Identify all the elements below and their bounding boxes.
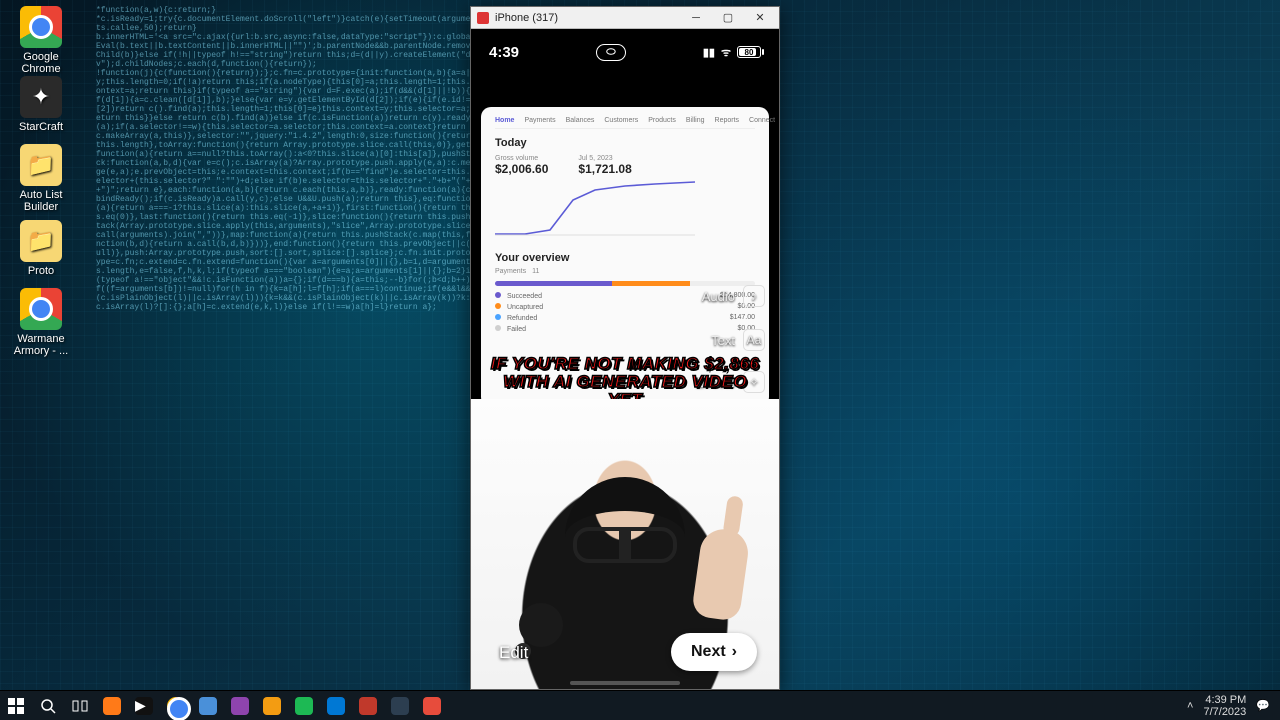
taskbar-app-3[interactable] (192, 691, 224, 720)
taskbar-mail[interactable] (320, 691, 352, 720)
windows-taskbar: ▶ ˄ 4:39 PM 7/7/2023 💬 (0, 690, 1280, 720)
taskbar-clock[interactable]: 4:39 PM 7/7/2023 (1203, 694, 1246, 718)
chevron-right-icon: › (732, 643, 737, 661)
as-of-date: Jul 5, 2023 (578, 155, 631, 162)
wifi-icon: ᯤ (721, 45, 731, 60)
notifications-icon[interactable]: 💬 (1256, 700, 1270, 712)
nav-balances[interactable]: Balances (566, 117, 595, 124)
desktop-icon-warmane[interactable]: Warmane Armory - ... (4, 288, 78, 357)
start-button[interactable] (0, 691, 32, 720)
microphone-graphic (519, 603, 563, 647)
taskbar-app-6[interactable] (352, 691, 384, 720)
folder-icon: 📁 (20, 220, 62, 262)
search-button[interactable] (32, 691, 64, 720)
payments-count: 11 (532, 268, 539, 275)
overview-heading: Your overview (495, 252, 755, 264)
payments-label: Payments (495, 268, 526, 275)
tool-text[interactable]: TextAa (711, 329, 765, 351)
battery-icon: 80 (737, 46, 761, 58)
taskbar-chrome[interactable] (160, 691, 192, 720)
desktop-icon-label: StarCraft (4, 121, 78, 133)
folder-icon: 📁 (20, 144, 62, 186)
gross-volume-sparkline (495, 176, 695, 236)
cellular-icon: ▮▮ (703, 46, 715, 59)
taskbar-app-7[interactable] (384, 691, 416, 720)
dynamic-island-icon: ⬭ (596, 44, 625, 61)
starcraft-icon: ✦ (20, 76, 62, 118)
legend-dot (495, 303, 501, 309)
desktop-icon-chrome[interactable]: Google Chrome (4, 6, 78, 75)
desktop-icon-label: Auto List Builder (4, 189, 78, 213)
task-view-icon (72, 698, 88, 714)
system-tray[interactable]: ˄ 4:39 PM 7/7/2023 💬 (1177, 694, 1280, 718)
phone-mirror-window: iPhone (317) ─ ▢ ✕ 4:39 ⬭ ▮▮ ᯤ 80 (470, 6, 780, 690)
nav-home[interactable]: Home (495, 117, 514, 124)
tool-audio[interactable]: Audio♪ (702, 285, 765, 307)
background-code-overlay: *function(a,w){c:return;} *c.isReady=1;t… (96, 6, 476, 690)
edit-button[interactable]: Edit (499, 643, 528, 663)
taskbar-app-4[interactable] (224, 691, 256, 720)
desktop-icon-proto[interactable]: 📁 Proto (4, 220, 78, 277)
desktop-icon-label: Google Chrome (4, 51, 78, 75)
window-title: iPhone (317) (495, 12, 677, 24)
hand-graphic (691, 526, 751, 622)
desktop-icon-label: Proto (4, 265, 78, 277)
phone-status-bar: 4:39 ⬭ ▮▮ ᯤ 80 (471, 35, 779, 69)
taskbar-app-5[interactable] (256, 691, 288, 720)
gross-volume-value: $2,006.60 (495, 162, 548, 176)
legend-dot (495, 325, 501, 331)
legend-row: Refunded $147.00 (495, 314, 755, 322)
next-button[interactable]: Next › (671, 633, 757, 671)
chrome-icon (20, 288, 62, 330)
window-titlebar[interactable]: iPhone (317) ─ ▢ ✕ (471, 7, 779, 29)
nav-reports[interactable]: Reports (715, 117, 740, 124)
legend-dot (495, 314, 501, 320)
app-icon (477, 12, 489, 24)
text-icon: Aa (743, 329, 765, 351)
gross-volume-label: Gross volume (495, 155, 548, 162)
today-heading: Today (495, 137, 755, 149)
taskbar-app-1[interactable] (96, 691, 128, 720)
legend-dot (495, 292, 501, 298)
windows-icon (8, 698, 24, 714)
home-indicator[interactable] (570, 681, 680, 685)
music-note-icon: ♪ (743, 285, 765, 307)
search-icon (40, 698, 56, 714)
dashboard-nav: Home Payments Balances Customers Product… (495, 117, 755, 129)
chrome-icon (20, 6, 62, 48)
taskbar-app-8[interactable] (416, 691, 448, 720)
nav-connect[interactable]: Connect (749, 117, 775, 124)
nav-customers[interactable]: Customers (604, 117, 638, 124)
task-view-button[interactable] (64, 691, 96, 720)
tray-chevron-icon[interactable]: ˄ (1187, 700, 1193, 712)
desktop-icon-label: Warmane Armory - ... (4, 333, 78, 357)
window-close-button[interactable]: ✕ (747, 8, 773, 28)
nav-billing[interactable]: Billing (686, 117, 705, 124)
taskbar-app-2[interactable]: ▶ (128, 691, 160, 720)
window-maximize-button[interactable]: ▢ (715, 8, 741, 28)
nav-products[interactable]: Products (648, 117, 676, 124)
nav-payments[interactable]: Payments (524, 117, 555, 124)
balance-value: $1,721.08 (578, 162, 631, 176)
window-minimize-button[interactable]: ─ (683, 8, 709, 28)
desktop-icon-autolist[interactable]: 📁 Auto List Builder (4, 144, 78, 213)
status-clock: 4:39 (489, 44, 519, 61)
phone-screen: 4:39 ⬭ ▮▮ ᯤ 80 Home Payments Balances Cu… (471, 29, 779, 689)
taskbar-spotify[interactable] (288, 691, 320, 720)
desktop-icon-starcraft[interactable]: ✦ StarCraft (4, 76, 78, 133)
